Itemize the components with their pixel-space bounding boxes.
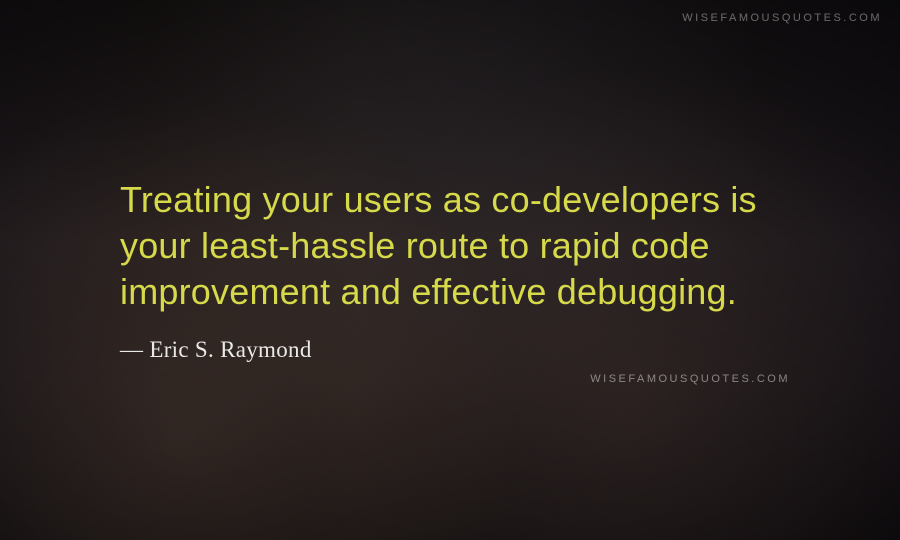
watermark-top: WISEFAMOUSQUOTES.COM [682, 12, 882, 24]
quote-text: Treating your users as co-developers is … [120, 177, 790, 315]
quote-card: WISEFAMOUSQUOTES.COM Treating your users… [0, 0, 900, 540]
content-block: Treating your users as co-developers is … [0, 177, 900, 363]
quote-author: — Eric S. Raymond [120, 337, 790, 363]
watermark-bottom: WISEFAMOUSQUOTES.COM [590, 373, 790, 385]
